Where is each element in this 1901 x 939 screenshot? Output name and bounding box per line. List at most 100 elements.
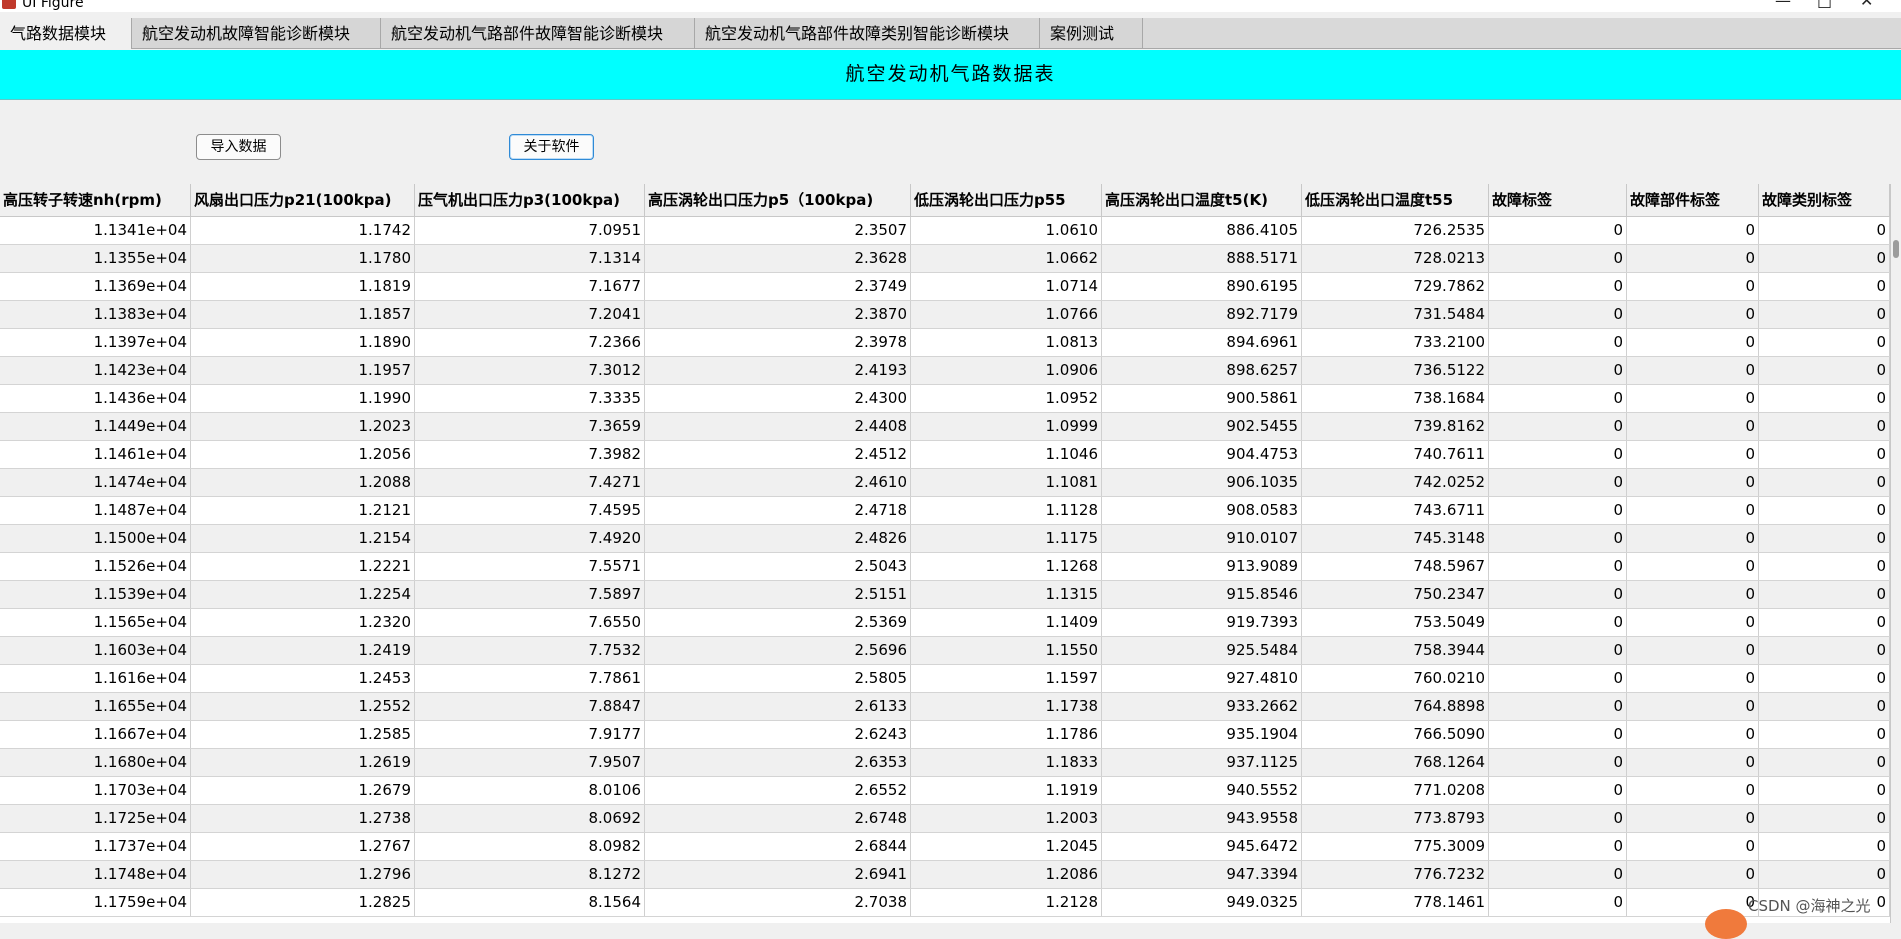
table-row[interactable]: 1.1703e+04 1.2679 8.0106 2.6552 1.1919 940.55… [0,777,1890,805]
scrollbar-thumb[interactable] [1893,240,1899,258]
table-cell[interactable]: 773.8793 [1302,805,1489,832]
table-cell[interactable]: 1.1616e+04 [0,665,191,692]
table-cell[interactable]: 0 [1759,721,1890,748]
table-cell[interactable]: 0 [1759,357,1890,384]
table-cell[interactable]: 1.1759e+04 [0,889,191,916]
table-cell[interactable]: 7.2041 [415,301,645,328]
table-cell[interactable]: 7.9177 [415,721,645,748]
table-cell[interactable]: 2.3870 [645,301,911,328]
table-cell[interactable]: 743.6711 [1302,497,1489,524]
table-cell[interactable]: 0 [1627,721,1759,748]
table-cell[interactable]: 2.5696 [645,637,911,664]
table-cell[interactable]: 1.2552 [191,693,415,720]
table-cell[interactable]: 1.1819 [191,273,415,300]
table-cell[interactable]: 1.1341e+04 [0,217,191,244]
table-row[interactable]: 1.1539e+04 1.2254 7.5897 2.5151 1.1315 915.85… [0,581,1890,609]
table-row[interactable]: 1.1616e+04 1.2453 7.7861 2.5805 1.1597 927.48… [0,665,1890,693]
table-cell[interactable]: 1.0610 [911,217,1102,244]
maximize-icon[interactable]: □ [1817,0,1832,10]
table-row[interactable]: 1.1397e+04 1.1890 7.2366 2.3978 1.0813 894.69… [0,329,1890,357]
table-cell[interactable]: 0 [1759,805,1890,832]
table-cell[interactable]: 0 [1489,217,1627,244]
table-cell[interactable]: 898.6257 [1102,357,1302,384]
tab-fault-category-diagnosis[interactable]: 航空发动机气路部件故障类别智能诊断模块 [695,18,1040,48]
table-row[interactable]: 1.1737e+04 1.2767 8.0982 2.6844 1.2045 945.64… [0,833,1890,861]
table-cell[interactable]: 8.0982 [415,833,645,860]
table-cell[interactable]: 7.1677 [415,273,645,300]
table-cell[interactable]: 900.5861 [1102,385,1302,412]
table-cell[interactable]: 1.1268 [911,553,1102,580]
table-cell[interactable]: 1.2419 [191,637,415,664]
table-cell[interactable]: 0 [1489,749,1627,776]
table-cell[interactable]: 1.1680e+04 [0,749,191,776]
table-cell[interactable]: 731.5484 [1302,301,1489,328]
table-cell[interactable]: 0 [1627,413,1759,440]
column-header[interactable]: 高压涡轮出口温度t5(K) [1102,184,1302,216]
table-cell[interactable]: 2.4193 [645,357,911,384]
table-cell[interactable]: 1.2045 [911,833,1102,860]
table-cell[interactable]: 0 [1627,693,1759,720]
table-cell[interactable]: 0 [1627,525,1759,552]
column-header[interactable]: 故障部件标签 [1627,184,1759,216]
table-cell[interactable]: 2.5043 [645,553,911,580]
table-cell[interactable]: 7.7532 [415,637,645,664]
table-cell[interactable]: 1.0906 [911,357,1102,384]
minimize-icon[interactable]: — [1775,0,1791,10]
table-cell[interactable]: 1.1046 [911,441,1102,468]
table-cell[interactable]: 0 [1627,833,1759,860]
table-cell[interactable]: 2.4718 [645,497,911,524]
table-cell[interactable]: 1.1436e+04 [0,385,191,412]
table-cell[interactable]: 1.2585 [191,721,415,748]
table-cell[interactable]: 2.6844 [645,833,911,860]
table-cell[interactable]: 945.6472 [1102,833,1302,860]
table-row[interactable]: 1.1369e+04 1.1819 7.1677 2.3749 1.0714 890.61… [0,273,1890,301]
table-cell[interactable]: 0 [1489,581,1627,608]
table-cell[interactable]: 0 [1627,301,1759,328]
table-cell[interactable]: 736.5122 [1302,357,1489,384]
table-cell[interactable]: 7.2366 [415,329,645,356]
table-cell[interactable]: 7.1314 [415,245,645,272]
table-cell[interactable]: 0 [1489,525,1627,552]
table-row[interactable]: 1.1487e+04 1.2121 7.4595 2.4718 1.1128 908.05… [0,497,1890,525]
table-row[interactable]: 1.1667e+04 1.2585 7.9177 2.6243 1.1786 935.19… [0,721,1890,749]
table-cell[interactable]: 902.5455 [1102,413,1302,440]
table-cell[interactable]: 0 [1489,469,1627,496]
table-cell[interactable]: 7.3012 [415,357,645,384]
table-row[interactable]: 1.1748e+04 1.2796 8.1272 2.6941 1.2086 947.33… [0,861,1890,889]
table-cell[interactable]: 949.0325 [1102,889,1302,916]
table-cell[interactable]: 1.1500e+04 [0,525,191,552]
table-cell[interactable]: 1.2086 [911,861,1102,888]
table-cell[interactable]: 1.1742 [191,217,415,244]
table-cell[interactable]: 0 [1759,693,1890,720]
table-cell[interactable]: 0 [1759,525,1890,552]
table-cell[interactable]: 1.2738 [191,805,415,832]
table-row[interactable]: 1.1474e+04 1.2088 7.4271 2.4610 1.1081 906.10… [0,469,1890,497]
table-cell[interactable]: 1.2796 [191,861,415,888]
table-cell[interactable]: 0 [1759,441,1890,468]
table-row[interactable]: 1.1436e+04 1.1990 7.3335 2.4300 1.0952 900.58… [0,385,1890,413]
table-cell[interactable]: 738.1684 [1302,385,1489,412]
table-cell[interactable]: 1.1550 [911,637,1102,664]
table-cell[interactable]: 937.1125 [1102,749,1302,776]
table-cell[interactable]: 0 [1489,385,1627,412]
table-cell[interactable]: 1.0662 [911,245,1102,272]
table-cell[interactable]: 7.8847 [415,693,645,720]
table-cell[interactable]: 933.2662 [1102,693,1302,720]
table-cell[interactable]: 0 [1489,245,1627,272]
table-cell[interactable]: 943.9558 [1102,805,1302,832]
table-cell[interactable]: 2.3749 [645,273,911,300]
table-cell[interactable]: 2.4408 [645,413,911,440]
table-cell[interactable]: 726.2535 [1302,217,1489,244]
table-cell[interactable]: 2.6552 [645,777,911,804]
table-cell[interactable]: 7.3335 [415,385,645,412]
table-cell[interactable]: 775.3009 [1302,833,1489,860]
table-cell[interactable]: 1.1737e+04 [0,833,191,860]
table-cell[interactable]: 892.7179 [1102,301,1302,328]
table-row[interactable]: 1.1565e+04 1.2320 7.6550 2.5369 1.1409 919.73… [0,609,1890,637]
table-cell[interactable]: 0 [1627,777,1759,804]
column-header[interactable]: 故障标签 [1489,184,1627,216]
table-cell[interactable]: 0 [1627,665,1759,692]
table-row[interactable]: 1.1500e+04 1.2154 7.4920 2.4826 1.1175 910.01… [0,525,1890,553]
table-cell[interactable]: 919.7393 [1102,609,1302,636]
table-row[interactable]: 1.1461e+04 1.2056 7.3982 2.4512 1.1046 904.47… [0,441,1890,469]
